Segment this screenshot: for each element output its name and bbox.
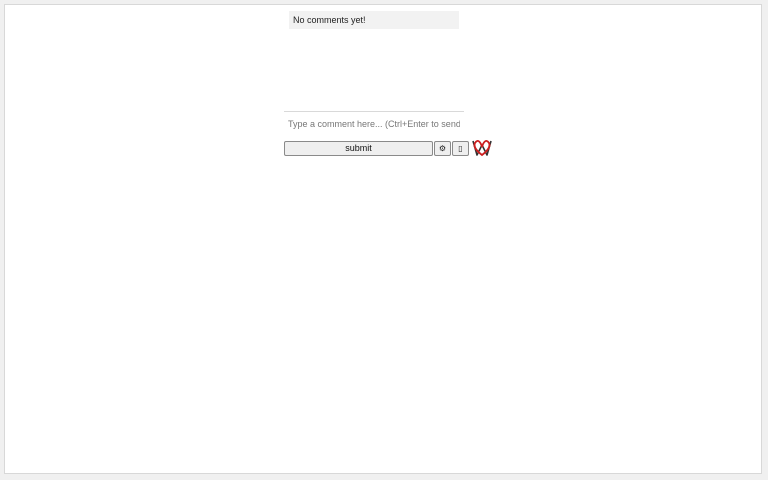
- comment-input[interactable]: [284, 111, 464, 131]
- options-button[interactable]: ▯: [452, 140, 469, 156]
- settings-button[interactable]: ⚙: [434, 140, 451, 156]
- gear-icon: ⚙: [438, 143, 447, 153]
- comment-widget-frame: No comments yet! submit ⚙ ▯: [4, 4, 762, 474]
- submit-button[interactable]: submit: [284, 140, 433, 156]
- no-comments-message: No comments yet!: [293, 15, 366, 25]
- comment-toolbar: submit ⚙ ▯: [284, 139, 492, 157]
- comments-list: No comments yet!: [289, 11, 459, 29]
- placeholder-glyph-icon: ▯: [458, 143, 463, 153]
- brand-logo-icon[interactable]: [472, 139, 492, 157]
